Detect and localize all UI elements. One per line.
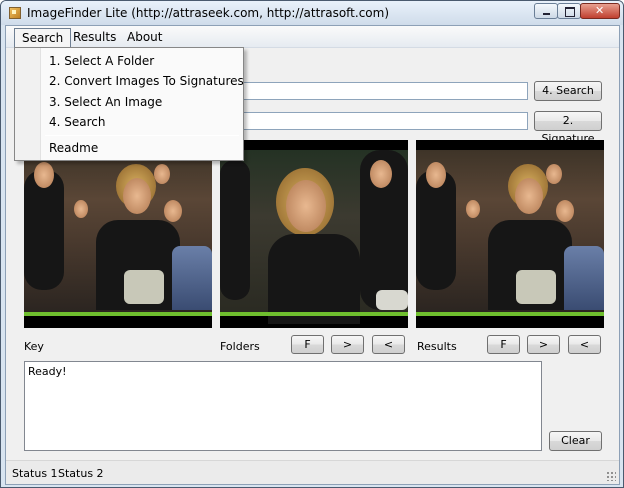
folder-image[interactable] [220, 140, 408, 328]
output-textarea[interactable]: Ready! [24, 361, 542, 451]
client-area: Search Results About 4. Search 2. Signat… [5, 25, 620, 485]
window-title: ImageFinder Lite (http://attraseek.com, … [27, 6, 390, 20]
menu-gutter [15, 48, 41, 160]
result-image[interactable] [416, 140, 604, 328]
maximize-button[interactable] [557, 3, 581, 19]
menu-item-search[interactable]: 4. Search [49, 115, 106, 133]
minimize-button[interactable] [534, 3, 558, 19]
menu-search[interactable]: Search [14, 28, 72, 47]
results-label: Results [417, 340, 457, 353]
output-text: Ready! [28, 365, 67, 378]
menu-item-readme[interactable]: Readme [49, 141, 98, 159]
menu-about[interactable]: About [120, 28, 169, 47]
menu-results[interactable]: Results [66, 28, 123, 47]
menu-bar: Search Results About [6, 26, 619, 48]
menu-item-select-folder[interactable]: 1. Select A Folder [49, 54, 154, 72]
status-2: Status 2 [58, 467, 104, 480]
app-window: ImageFinder Lite (http://attraseek.com, … [0, 0, 624, 488]
status-bar: Status 1 Status 2 [6, 460, 619, 484]
search-path-input[interactable] [236, 82, 528, 100]
key-image[interactable] [24, 140, 212, 328]
key-image-scene [24, 150, 212, 315]
resize-grip-icon[interactable] [606, 471, 616, 481]
menu-separator [45, 135, 239, 136]
clear-button[interactable]: Clear [549, 431, 602, 451]
folder-prev-button[interactable]: < [372, 335, 405, 354]
signature-button[interactable]: 2. Signature [534, 111, 602, 145]
search-button[interactable]: 4. Search [534, 81, 602, 101]
results-next-button[interactable]: > [527, 335, 560, 354]
status-1: Status 1 [12, 467, 58, 480]
menu-item-select-image[interactable]: 3. Select An Image [49, 95, 162, 113]
folder-first-button[interactable]: F [291, 335, 324, 354]
folders-label: Folders [220, 340, 260, 353]
title-bar[interactable]: ImageFinder Lite (http://attraseek.com, … [1, 1, 623, 25]
app-icon [9, 7, 21, 19]
signature-path-input[interactable] [236, 112, 528, 130]
key-image-strip [24, 312, 212, 316]
result-image-scene [416, 150, 604, 315]
folder-next-button[interactable]: > [331, 335, 364, 354]
folder-image-scene [220, 150, 408, 324]
key-label: Key [24, 340, 44, 353]
folder-image-strip [220, 312, 408, 316]
results-prev-button[interactable]: < [568, 335, 601, 354]
menu-item-convert-images[interactable]: 2. Convert Images To Signatures [49, 74, 244, 92]
result-image-strip [416, 312, 604, 316]
close-button[interactable] [580, 3, 620, 19]
search-dropdown-menu: 1. Select A Folder 2. Convert Images To … [14, 47, 244, 161]
results-first-button[interactable]: F [487, 335, 520, 354]
